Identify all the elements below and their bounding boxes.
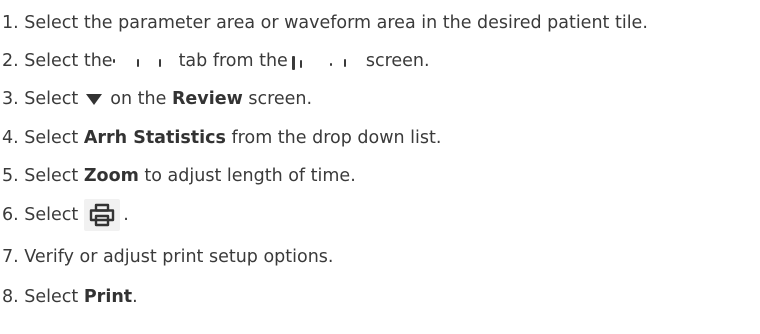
dropdown-triangle-icon: [86, 93, 103, 105]
step-text-after: screen.: [248, 89, 313, 109]
step-number: 5.: [2, 166, 19, 186]
step-2: 2. Select the tab from the screen.: [2, 47, 430, 75]
step-text-before: Select: [24, 287, 79, 307]
step-bold-term: Zoom: [83, 166, 139, 186]
step-number: 6.: [2, 205, 19, 225]
garbled-screen-name-glyphs: [288, 51, 366, 71]
step-3: 3. Select on the Review screen.: [2, 85, 312, 113]
step-text-before: Select: [24, 166, 79, 186]
step-1: 1. Select the parameter area or waveform…: [2, 9, 648, 37]
printer-icon: [90, 203, 115, 227]
step-7: 7. Verify or adjust print setup options.: [2, 243, 334, 271]
step-bold-term: Arrh Statistics: [83, 128, 226, 148]
step-text: Select the parameter area or waveform ar…: [24, 13, 648, 33]
step-text-after: from the drop down list.: [231, 128, 442, 148]
step-bold-term: Print: [83, 287, 133, 307]
step-text-before: Select: [24, 205, 79, 225]
step-number: 7.: [2, 247, 19, 267]
step-text-middle: tab from the: [178, 51, 288, 71]
step-8: 8. Select Print.: [2, 283, 138, 311]
garbled-tab-name-glyphs: [112, 51, 179, 71]
step-bold-term: Review: [171, 89, 243, 109]
step-number: 1.: [2, 13, 19, 33]
step-text-before: Select: [24, 89, 79, 109]
step-text-before: Select the: [24, 51, 113, 71]
step-number: 3.: [2, 89, 19, 109]
step-number: 4.: [2, 128, 19, 148]
step-text: Verify or adjust print setup options.: [24, 247, 334, 267]
step-text-after: .: [132, 287, 138, 307]
step-text-before: Select: [24, 128, 79, 148]
step-text-after: .: [123, 205, 129, 225]
step-number: 2.: [2, 51, 19, 71]
instruction-list: 1. Select the parameter area or waveform…: [0, 0, 760, 334]
step-text-after: screen.: [365, 51, 430, 71]
step-number: 8.: [2, 287, 19, 307]
step-4: 4. Select Arrh Statistics from the drop …: [2, 124, 441, 152]
step-text-after: to adjust length of time.: [144, 166, 356, 186]
print-icon-button: [84, 199, 121, 231]
step-text-middle: on the: [110, 89, 167, 109]
step-6: 6. Select .: [2, 199, 129, 231]
step-5: 5. Select Zoom to adjust length of time.: [2, 162, 356, 190]
